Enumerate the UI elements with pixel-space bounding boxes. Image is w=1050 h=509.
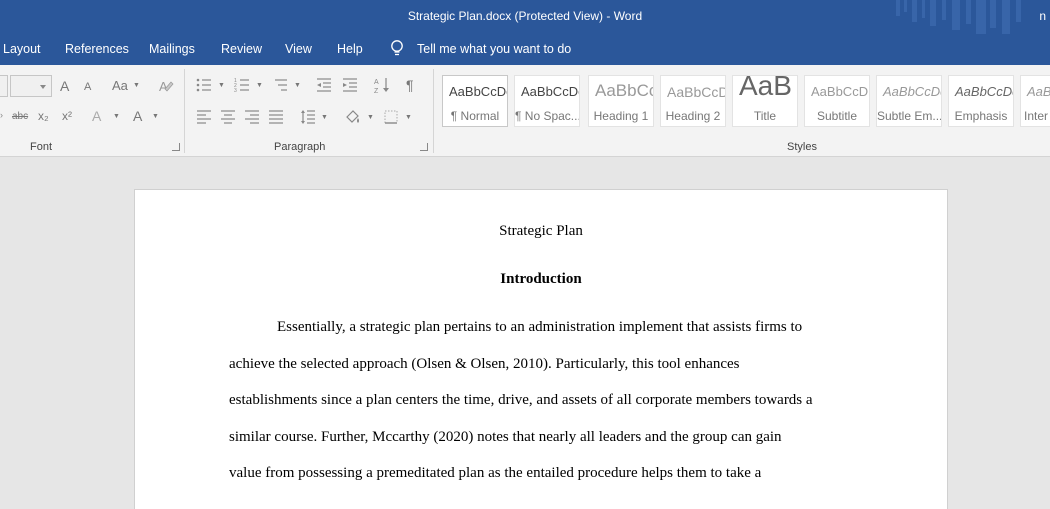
style-normal[interactable]: AaBbCcDc ¶ Normal xyxy=(442,75,508,127)
superscript-button[interactable]: x² xyxy=(62,109,72,123)
style-subtitle[interactable]: AaBbCcD Subtitle xyxy=(804,75,870,127)
style-preview-text: AaBbCcDc xyxy=(521,84,580,99)
subscript-button[interactable]: x₂ xyxy=(38,109,49,123)
paragraph-dialog-launcher[interactable] xyxy=(420,143,428,151)
svg-text:3: 3 xyxy=(234,88,237,93)
align-right-icon[interactable] xyxy=(244,110,260,124)
style-label: Title xyxy=(753,109,777,123)
paragraph-line: Essentially, a strategic plan pertains t… xyxy=(277,319,803,335)
paragraph-line: establishments since a plan centers the … xyxy=(229,392,813,408)
line-spacing-icon[interactable] xyxy=(300,109,316,125)
style-label: Heading 1 xyxy=(593,109,649,123)
text-effects-button[interactable]: A xyxy=(92,108,101,124)
justify-icon[interactable] xyxy=(268,110,284,124)
style-preview-text: AaBbCcDc xyxy=(955,84,1014,99)
font-group-label: Font xyxy=(30,141,53,153)
strikethrough-button[interactable]: abc xyxy=(12,111,28,122)
paragraph-line: value from possessing a premeditated pla… xyxy=(229,465,762,481)
style-preview-text: AaBbCcD xyxy=(811,84,869,99)
style-emphasis[interactable]: AaBbCcDc Emphasis xyxy=(948,75,1014,127)
chevron-down-icon[interactable]: ▼ xyxy=(256,82,263,89)
grow-font-button[interactable]: A xyxy=(60,78,69,94)
style-heading-2[interactable]: AaBbCcD Heading 2 xyxy=(660,75,726,127)
borders-icon[interactable] xyxy=(384,110,398,124)
tell-me-search[interactable]: Tell me what you want to do xyxy=(417,42,571,56)
lightbulb-icon xyxy=(391,40,403,56)
style-label: ¶ Normal xyxy=(450,109,500,123)
account-initial[interactable]: n xyxy=(1039,9,1046,23)
chevron-down-icon[interactable]: ▼ xyxy=(405,114,412,121)
styles-gallery: AaBbCcDc ¶ Normal AaBbCcDc ¶ No Spac... … xyxy=(442,75,1050,127)
change-case-button[interactable]: Aa xyxy=(112,78,128,93)
increase-indent-icon[interactable] xyxy=(342,77,358,93)
document-title: Strategic Plan xyxy=(499,223,583,239)
font-color-button[interactable]: A xyxy=(133,108,142,124)
numbering-icon[interactable]: 123 xyxy=(234,77,250,93)
svg-text:A: A xyxy=(374,79,379,86)
decrease-indent-icon[interactable] xyxy=(316,77,332,93)
bold-overflow-indicator: › xyxy=(0,110,3,120)
tab-help[interactable]: Help xyxy=(337,42,363,56)
style-label: Inter xyxy=(1024,109,1049,123)
style-label: ¶ No Spac... xyxy=(515,109,580,123)
chevron-down-icon[interactable]: ▼ xyxy=(294,82,301,89)
style-label: Heading 2 xyxy=(665,109,721,123)
sort-icon[interactable]: A Z xyxy=(374,76,390,94)
title-bar: Strategic Plan.docx (Protected View) - W… xyxy=(0,0,1050,34)
font-size-dropdown[interactable] xyxy=(10,75,52,97)
paragraph-line: achieve the selected approach (Olsen & O… xyxy=(229,356,740,372)
svg-text:A: A xyxy=(159,79,168,94)
shrink-font-button[interactable]: A xyxy=(84,81,91,93)
style-no-spacing[interactable]: AaBbCcDc ¶ No Spac... xyxy=(514,75,580,127)
style-label: Emphasis xyxy=(954,109,1008,123)
ribbon-tabs: Layout References Mailings Review View H… xyxy=(0,34,1050,65)
style-preview-text: AaBbCcDc xyxy=(883,84,942,99)
tab-mailings[interactable]: Mailings xyxy=(149,42,195,56)
document-page[interactable]: Strategic Plan Introduction Essentially,… xyxy=(134,189,948,509)
chevron-down-icon[interactable]: ▼ xyxy=(152,113,159,120)
tab-references[interactable]: References xyxy=(65,42,129,56)
chevron-down-icon[interactable]: ▼ xyxy=(367,114,374,121)
svg-text:Z: Z xyxy=(374,88,379,94)
paragraph-group-label: Paragraph xyxy=(274,141,326,153)
style-preview-text: AaB xyxy=(739,75,792,101)
group-divider xyxy=(433,69,434,153)
tab-layout[interactable]: Layout xyxy=(3,42,41,56)
clear-formatting-icon[interactable]: A xyxy=(158,77,174,95)
style-label: Subtitle xyxy=(816,109,858,123)
tab-view[interactable]: View xyxy=(285,42,312,56)
styles-group-label: Styles xyxy=(787,141,817,153)
align-left-icon[interactable] xyxy=(196,110,212,124)
style-preview-text: AaBbCcDc xyxy=(449,84,508,99)
group-divider xyxy=(184,69,185,153)
chevron-down-icon[interactable]: ▼ xyxy=(321,114,328,121)
font-dialog-launcher[interactable] xyxy=(172,143,180,151)
bullets-icon[interactable] xyxy=(196,77,212,93)
title-bar-pattern xyxy=(896,0,1021,34)
style-heading-1[interactable]: AaBbCc Heading 1 xyxy=(588,75,654,127)
style-preview-text: AaBbCc xyxy=(595,81,654,100)
shading-icon[interactable] xyxy=(344,108,362,126)
document-area: Strategic Plan Introduction Essentially,… xyxy=(0,157,1050,509)
ribbon: A A Aa ▼ A › abc x₂ x² A ▼ A ▼ Font ▼ 12… xyxy=(0,65,1050,157)
section-heading: Introduction xyxy=(500,271,582,287)
show-formatting-marks-icon[interactable]: ¶ xyxy=(406,77,414,93)
multilevel-list-icon[interactable] xyxy=(272,77,288,93)
chevron-down-icon[interactable]: ▼ xyxy=(133,82,140,89)
style-label: Subtle Em... xyxy=(877,109,942,123)
style-preview-text: AaB xyxy=(1027,84,1050,99)
style-intense-emphasis[interactable]: AaB Inter xyxy=(1020,75,1050,127)
style-subtle-emphasis[interactable]: AaBbCcDc Subtle Em... xyxy=(876,75,942,127)
style-preview-text: AaBbCcD xyxy=(667,84,726,100)
chevron-down-icon[interactable]: ▼ xyxy=(113,113,120,120)
font-name-dropdown[interactable] xyxy=(0,75,8,97)
paragraph-line: similar course. Further, Mccarthy (2020)… xyxy=(229,429,782,445)
tab-review[interactable]: Review xyxy=(221,42,262,56)
style-title[interactable]: AaB Title xyxy=(732,75,798,127)
align-center-icon[interactable] xyxy=(220,110,236,124)
chevron-down-icon[interactable]: ▼ xyxy=(218,82,225,89)
